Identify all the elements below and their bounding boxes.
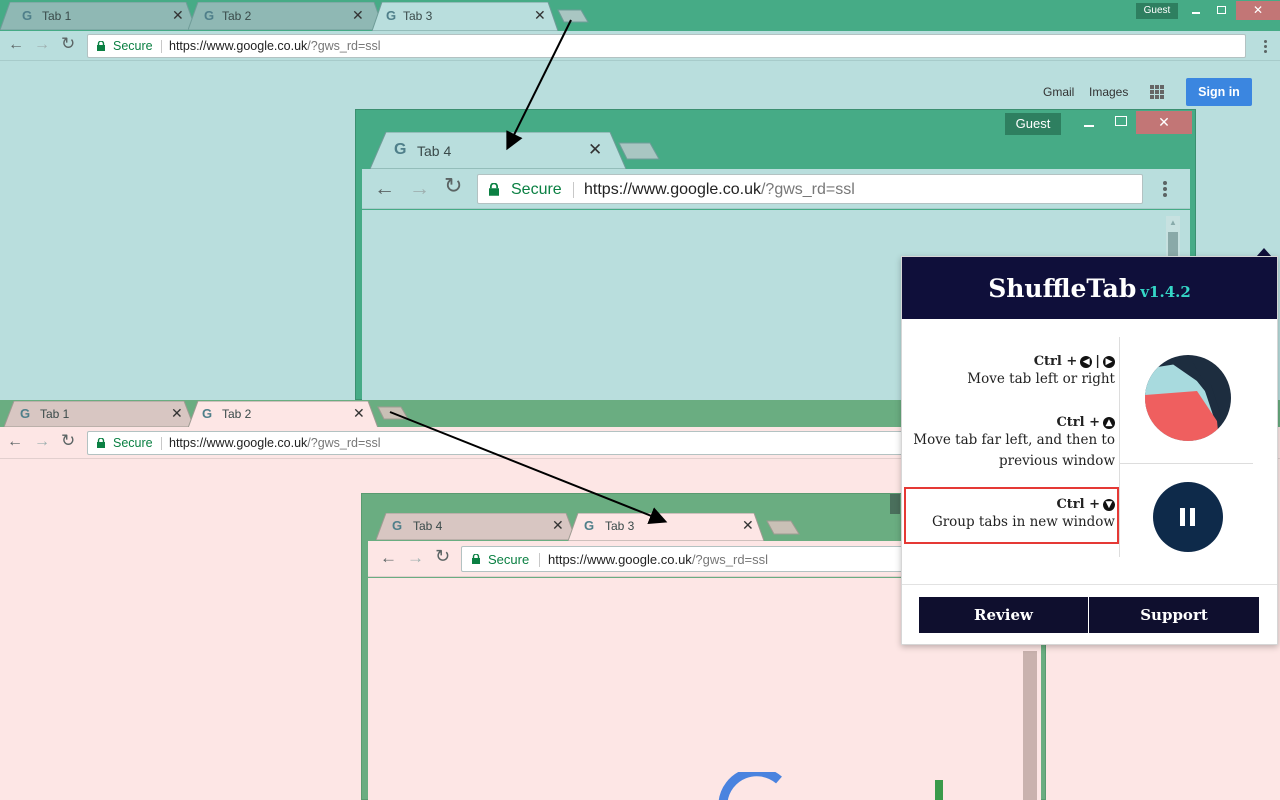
shortcut-desc: Group tabs in new window (932, 512, 1115, 533)
divider-bar: | (1095, 354, 1100, 369)
shortcut-group-tabs: Ctrl + ▼ Group tabs in new window (932, 497, 1115, 533)
arrow-up-circle-icon: ▲ (1103, 417, 1115, 429)
shuffletab-popup: ShuffleTab v1.4.2 Ctrl + ◀|▶ Move tab le… (901, 256, 1278, 645)
shortcut-key: Ctrl + (1056, 497, 1100, 512)
pause-icon (1190, 508, 1195, 526)
popup-header: ShuffleTab v1.4.2 (902, 257, 1277, 319)
horizontal-divider (1120, 463, 1253, 464)
shortcut-move-far-left: Ctrl + ▲ Move tab far left, and then to … (913, 415, 1115, 472)
footer-divider (902, 584, 1277, 585)
vertical-divider (1119, 337, 1120, 557)
review-button[interactable]: Review (919, 597, 1088, 633)
shuffle-logo-icon (1145, 355, 1231, 441)
shortcut-key: Ctrl + (1056, 415, 1100, 430)
shortcut-desc: Move tab left or right (967, 369, 1115, 390)
arrow-right-circle-icon: ▶ (1103, 356, 1115, 368)
arrow-top (508, 20, 571, 147)
arrow-down-circle-icon: ▼ (1103, 499, 1115, 511)
arrow-bottom (390, 412, 664, 521)
arrow-left-circle-icon: ◀ (1080, 356, 1092, 368)
shortcut-desc-line2: previous window (913, 451, 1115, 472)
shortcut-key: Ctrl + (1034, 354, 1078, 369)
pause-button[interactable] (1153, 482, 1223, 552)
pause-icon (1180, 508, 1185, 526)
shortcut-move-left-right: Ctrl + ◀|▶ Move tab left or right (967, 354, 1115, 390)
shortcut-desc-line1: Move tab far left, and then to (913, 430, 1115, 451)
popup-title: ShuffleTab (988, 274, 1136, 303)
support-button[interactable]: Support (1089, 597, 1259, 633)
popup-version: v1.4.2 (1140, 283, 1190, 301)
